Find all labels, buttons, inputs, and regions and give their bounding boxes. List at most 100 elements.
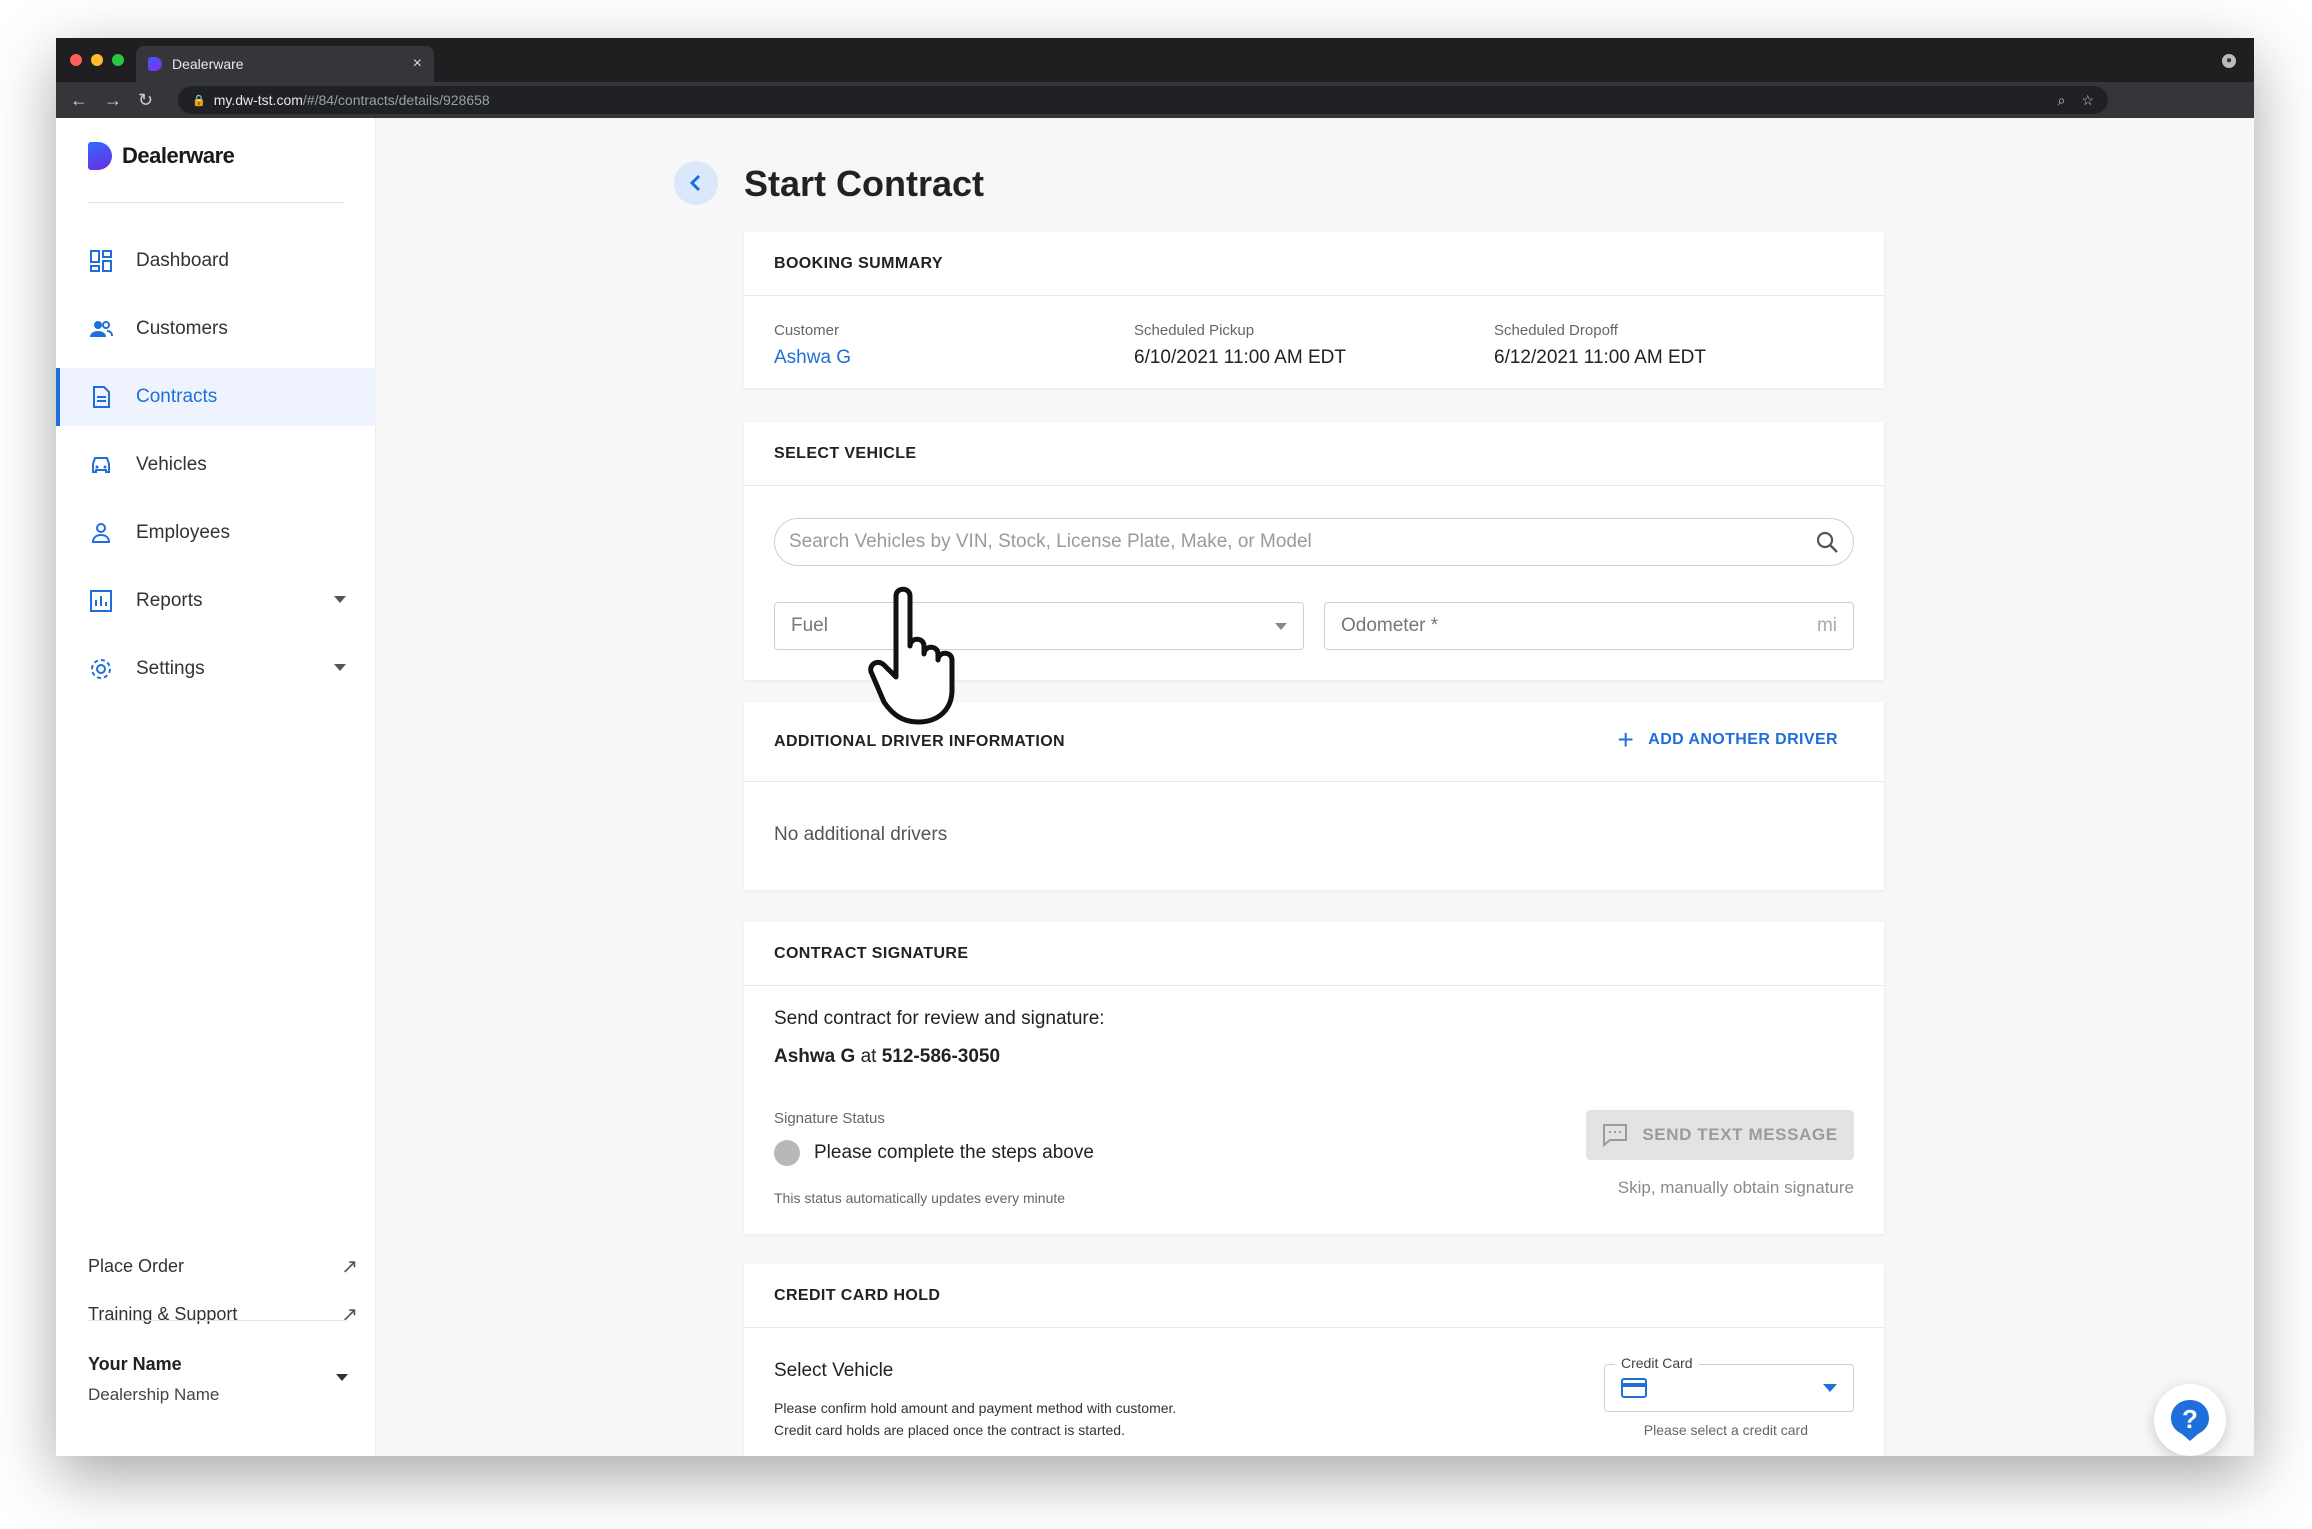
chevron-left-icon [689,174,701,192]
select-vehicle-heading: SELECT VEHICLE [744,422,1884,486]
dealership-name: Dealership Name [88,1385,220,1404]
customer-link[interactable]: Ashwa G [774,347,851,369]
reload-icon[interactable]: ↻ [138,90,172,111]
pickup-label: Scheduled Pickup [1134,322,1255,339]
external-link-icon: ↗ [341,1256,358,1278]
sidebar-item-settings[interactable]: Settings [56,640,376,698]
place-order-label: Place Order [88,1256,185,1276]
place-order-link[interactable]: Place Order ↗ [88,1254,358,1279]
url-host: my.dw-tst.com [213,92,303,108]
status-indicator-icon [774,1140,800,1166]
search-icon[interactable] [1815,530,1839,554]
recipient-name: Ashwa G [774,1046,856,1067]
training-support-link[interactable]: Training & Support ↗ [88,1302,358,1327]
no-drivers-text: No additional drivers [774,824,948,845]
credit-card-hold-card: CREDIT CARD HOLD Select Vehicle Please c… [744,1264,1884,1456]
customer-block: Customer Ashwa G [774,322,851,369]
recipient-phone: 512-586-3050 [881,1046,1001,1067]
chevron-down-icon[interactable] [334,664,346,671]
send-text-message-label: SEND TEXT MESSAGE [1642,1125,1838,1144]
bar-chart-icon [88,588,114,614]
sidebar-item-label: Employees [136,522,230,543]
help-button[interactable]: ? [2154,1384,2226,1456]
credit-card-icon [1621,1378,1647,1398]
fuel-select[interactable]: Fuel [774,602,1304,650]
sidebar-item-reports[interactable]: Reports [56,572,376,630]
additional-driver-card: ADDITIONAL DRIVER INFORMATION + ADD ANOT… [744,702,1884,890]
sidebar-item-label: Contracts [136,386,218,407]
odometer-input[interactable]: Odometer * mi [1324,602,1854,650]
credit-card-hold-title: Select Vehicle [774,1360,894,1381]
contract-signature-heading: CONTRACT SIGNATURE [744,922,1884,986]
send-text-message-button[interactable]: SEND TEXT MESSAGE [1586,1110,1854,1160]
user-menu[interactable]: Your Name Dealership Name [88,1354,358,1405]
credit-card-hint: Please select a credit card [1643,1422,1808,1438]
profile-icon[interactable]: ● [2222,54,2236,68]
browser-toolbar: ← → ↻ 🔒 my.dw-tst.com /#/84/contracts/de… [56,82,2254,118]
sidebar-item-employees[interactable]: Employees [56,504,376,562]
add-driver-label: ADD ANOTHER DRIVER [1648,731,1838,748]
chevron-down-icon [1275,622,1287,630]
credit-card-hold-line1: Please confirm hold amount and payment m… [774,1400,1177,1416]
sidebar-item-vehicles[interactable]: Vehicles [56,436,376,494]
favicon-icon [148,57,162,71]
message-icon [1603,1124,1628,1147]
credit-card-select[interactable]: Credit Card [1604,1355,1854,1412]
brand[interactable]: Dealerware [88,142,235,170]
close-window-button[interactable] [70,54,82,66]
sidebar-item-contracts[interactable]: Contracts [56,368,376,426]
back-nav-icon[interactable]: ← [70,90,104,111]
people-icon [88,316,114,342]
document-icon [88,384,114,410]
minimize-window-button[interactable] [91,54,103,66]
help-glyph: ? [2182,1404,2198,1434]
odometer-unit: mi [1816,615,1837,636]
signature-status-label: Signature Status [774,1110,885,1127]
chevron-down-icon[interactable] [334,596,346,603]
credit-card-hold-heading: CREDIT CARD HOLD [744,1264,1884,1328]
sidebar-item-customers[interactable]: Customers [56,300,376,358]
address-bar[interactable]: 🔒 my.dw-tst.com /#/84/contracts/details/… [178,86,2108,114]
dashboard-icon [88,248,114,274]
tab-close-icon[interactable]: × [413,55,422,73]
skip-signature-link[interactable]: Skip, manually obtain signature [1618,1178,1854,1198]
signature-intro: Send contract for review and signature: [774,1008,1105,1029]
credit-card-hold-line2: Credit card holds are placed once the co… [774,1422,1125,1438]
training-support-label: Training & Support [88,1304,238,1324]
signature-status-note: This status automatically updates every … [774,1190,1066,1206]
url-path: /#/84/contracts/details/928658 [302,92,490,108]
sidebar-divider-bottom [88,1320,344,1321]
fuel-placeholder: Fuel [791,615,828,636]
bookmark-star-icon[interactable]: ☆ [2081,92,2094,109]
sidebar-item-label: Customers [136,318,228,339]
chevron-down-icon[interactable] [336,1374,348,1381]
hand-pointer-cursor-icon [868,586,955,725]
browser-tab[interactable]: Dealerware × [136,46,434,82]
user-name: Your Name [88,1354,182,1374]
browser-window: Dealerware × ● ← → ↻ 🔒 my.dw-tst.com /#/… [56,38,2254,1456]
sidebar-item-dashboard[interactable]: Dashboard [56,232,376,290]
window-controls [70,54,124,66]
credit-card-label: Credit Card [1615,1355,1699,1371]
gear-icon [88,656,114,682]
forward-nav-icon[interactable]: → [104,90,138,111]
page-title: Start Contract [744,163,985,204]
external-link-icon: ↗ [341,1304,358,1326]
sidebar-item-label: Reports [136,590,203,611]
recipient-at: at [860,1046,877,1067]
sidebar-nav: Dashboard Customers Contracts Vehicles E… [56,232,376,708]
chevron-down-icon [1823,1384,1837,1392]
back-button[interactable] [674,161,718,205]
zoom-icon[interactable]: ⌕ [2058,92,2066,109]
pickup-block: Scheduled Pickup 6/10/2021 11:00 AM EDT [1134,322,1346,369]
sidebar-item-label: Vehicles [136,454,207,475]
booking-summary-heading: BOOKING SUMMARY [744,232,1884,296]
vehicle-search-input[interactable]: Search Vehicles by VIN, Stock, License P… [774,518,1854,566]
tab-title: Dealerware [172,56,244,72]
maximize-window-button[interactable] [112,54,124,66]
pickup-value: 6/10/2021 11:00 AM EDT [1134,347,1346,368]
add-another-driver-button[interactable]: + ADD ANOTHER DRIVER [1618,724,1839,756]
sidebar-item-label: Settings [136,658,205,679]
main-content: Start Contract BOOKING SUMMARY Customer … [376,118,2254,1456]
plus-icon: + [1617,724,1635,755]
